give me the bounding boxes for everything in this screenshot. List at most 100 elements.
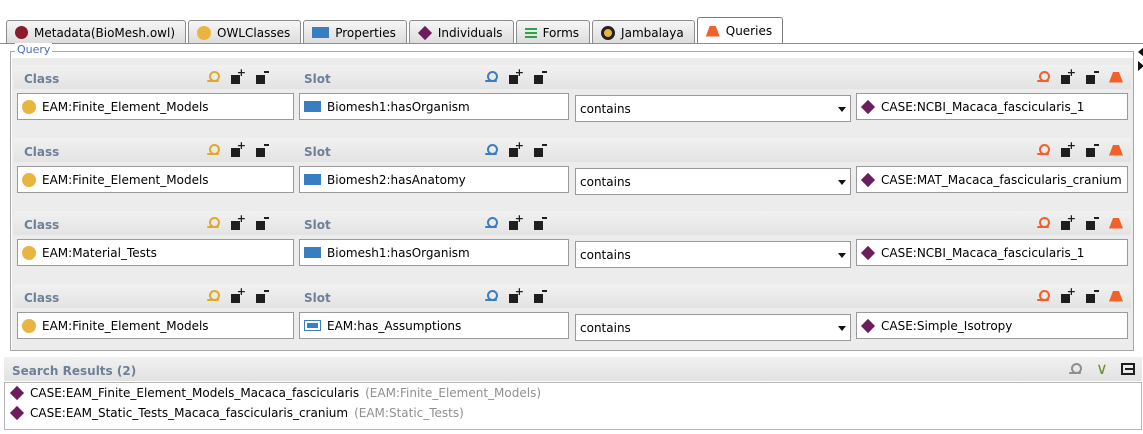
class-circle-icon bbox=[22, 172, 36, 187]
add-class-button[interactable] bbox=[226, 66, 250, 87]
slot-field[interactable]: EAM:has_Assumptions bbox=[299, 312, 569, 339]
add-value-button[interactable] bbox=[1056, 139, 1080, 160]
find-value-button[interactable] bbox=[1032, 286, 1056, 306]
remove-icon bbox=[1085, 70, 1099, 84]
operator-dropdown[interactable]: contains bbox=[575, 241, 851, 268]
tab-metadata[interactable]: Metadata(BioMesh.owl) bbox=[6, 20, 186, 44]
remove-slot-button[interactable] bbox=[528, 67, 552, 87]
class-label: Class bbox=[24, 291, 60, 305]
search-icon bbox=[1068, 362, 1084, 376]
remove-slot-button[interactable] bbox=[528, 213, 552, 233]
remove-class-button[interactable] bbox=[250, 213, 274, 233]
add-slot-button[interactable] bbox=[504, 285, 528, 306]
add-icon bbox=[1061, 212, 1076, 230]
value-field[interactable]: CASE:NCBI_Macaca_fascicularis_1 bbox=[856, 93, 1128, 120]
find-class-button[interactable] bbox=[202, 213, 226, 233]
slot-label: Slot bbox=[304, 291, 331, 305]
run-query-button[interactable] bbox=[1104, 213, 1128, 233]
tab-queries[interactable]: Queries bbox=[696, 17, 784, 44]
scroll-arrows[interactable] bbox=[1138, 47, 1143, 75]
tab-label: Forms bbox=[542, 25, 580, 40]
tab-forms[interactable]: Forms bbox=[515, 20, 591, 44]
collapse-icon bbox=[1121, 363, 1135, 375]
value-text: CASE:NCBI_Macaca_fascicularis_1 bbox=[881, 245, 1085, 260]
operator-dropdown[interactable]: contains bbox=[575, 168, 851, 195]
slot-field[interactable]: Biomesh1:hasOrganism bbox=[299, 93, 569, 120]
find-value-button[interactable] bbox=[1032, 140, 1056, 160]
run-query-button[interactable] bbox=[1104, 286, 1128, 306]
chevron-down-icon bbox=[838, 107, 846, 112]
remove-class-button[interactable] bbox=[250, 67, 274, 87]
find-class-button[interactable] bbox=[202, 286, 226, 306]
class-field[interactable]: EAM:Finite_Element_Models bbox=[17, 93, 294, 120]
view-tree-button[interactable] bbox=[1090, 359, 1114, 379]
query-row-header: Class Slot bbox=[14, 138, 1131, 162]
value-tools bbox=[1032, 212, 1128, 233]
find-slot-button[interactable] bbox=[480, 286, 504, 306]
add-slot-button[interactable] bbox=[504, 66, 528, 87]
chevron-down-icon bbox=[838, 326, 846, 331]
list-item[interactable]: CASE:EAM_Finite_Element_Models_Macaca_fa… bbox=[5, 383, 1141, 403]
find-value-button[interactable] bbox=[1032, 67, 1056, 87]
add-value-button[interactable] bbox=[1056, 66, 1080, 87]
query-icon bbox=[1109, 290, 1123, 302]
remove-value-button[interactable] bbox=[1080, 140, 1104, 160]
individual-diamond-icon bbox=[860, 172, 876, 187]
remove-slot-button[interactable] bbox=[528, 286, 552, 306]
remove-icon bbox=[1085, 216, 1099, 230]
remove-class-button[interactable] bbox=[250, 140, 274, 160]
run-query-button[interactable] bbox=[1104, 67, 1128, 87]
value-field[interactable]: CASE:Simple_Isotropy bbox=[856, 312, 1128, 339]
slot-field[interactable]: Biomesh2:hasAnatomy bbox=[299, 166, 569, 193]
list-item[interactable]: CASE:EAM_Static_Tests_Macaca_fasciculari… bbox=[5, 403, 1141, 423]
result-class: (EAM:Static_Tests) bbox=[354, 406, 464, 420]
class-value: EAM:Material_Tests bbox=[42, 245, 157, 260]
remove-slot-button[interactable] bbox=[528, 140, 552, 160]
add-icon bbox=[231, 139, 246, 157]
tab-divider bbox=[0, 43, 1143, 44]
tab-individuals[interactable]: Individuals bbox=[408, 20, 514, 44]
operator-dropdown[interactable]: contains bbox=[575, 95, 851, 122]
value-field[interactable]: CASE:NCBI_Macaca_fascicularis_1 bbox=[856, 239, 1128, 266]
remove-value-button[interactable] bbox=[1080, 213, 1104, 233]
class-field[interactable]: EAM:Finite_Element_Models bbox=[17, 312, 294, 339]
class-field[interactable]: EAM:Finite_Element_Models bbox=[17, 166, 294, 193]
add-value-button[interactable] bbox=[1056, 212, 1080, 233]
add-slot-button[interactable] bbox=[504, 212, 528, 233]
object-property-icon bbox=[304, 101, 321, 112]
operator-value: contains bbox=[580, 101, 631, 116]
class-field[interactable]: EAM:Material_Tests bbox=[17, 239, 294, 266]
find-class-button[interactable] bbox=[202, 140, 226, 160]
tab-owlclasses[interactable]: OWLClasses bbox=[188, 20, 302, 44]
find-value-button[interactable] bbox=[1032, 213, 1056, 233]
find-class-button[interactable] bbox=[202, 67, 226, 87]
add-slot-button[interactable] bbox=[504, 139, 528, 160]
tab-properties[interactable]: Properties bbox=[303, 20, 407, 44]
find-slot-button[interactable] bbox=[480, 140, 504, 160]
query-row-header: Class Slot bbox=[14, 65, 1131, 89]
remove-value-button[interactable] bbox=[1080, 67, 1104, 87]
remove-value-button[interactable] bbox=[1080, 286, 1104, 306]
find-result-button[interactable] bbox=[1064, 359, 1088, 379]
maroon-circle-icon bbox=[15, 26, 28, 39]
query-title: Query bbox=[15, 43, 53, 56]
add-class-button[interactable] bbox=[226, 139, 250, 160]
tab-jambalaya[interactable]: Jambalaya bbox=[592, 20, 695, 44]
scroll-right-icon[interactable] bbox=[1138, 61, 1143, 71]
remove-class-button[interactable] bbox=[250, 286, 274, 306]
operator-dropdown[interactable]: contains bbox=[575, 314, 851, 341]
add-class-button[interactable] bbox=[226, 285, 250, 306]
tab-strip: Metadata(BioMesh.owl) OWLClasses Propert… bbox=[0, 0, 1143, 44]
value-field[interactable]: CASE:MAT_Macaca_fascicularis_cranium bbox=[856, 166, 1128, 193]
query-row-fields: EAM:Finite_Element_Models Biomesh1:hasOr… bbox=[14, 93, 1131, 123]
find-slot-button[interactable] bbox=[480, 67, 504, 87]
run-query-button[interactable] bbox=[1104, 140, 1128, 160]
slot-field[interactable]: Biomesh1:hasOrganism bbox=[299, 239, 569, 266]
find-slot-button[interactable] bbox=[480, 213, 504, 233]
value-tools bbox=[1032, 66, 1128, 87]
scroll-left-icon[interactable] bbox=[1138, 47, 1143, 57]
add-class-button[interactable] bbox=[226, 212, 250, 233]
collapse-button[interactable] bbox=[1116, 359, 1140, 379]
add-value-button[interactable] bbox=[1056, 285, 1080, 306]
class-circle-icon bbox=[22, 245, 36, 260]
